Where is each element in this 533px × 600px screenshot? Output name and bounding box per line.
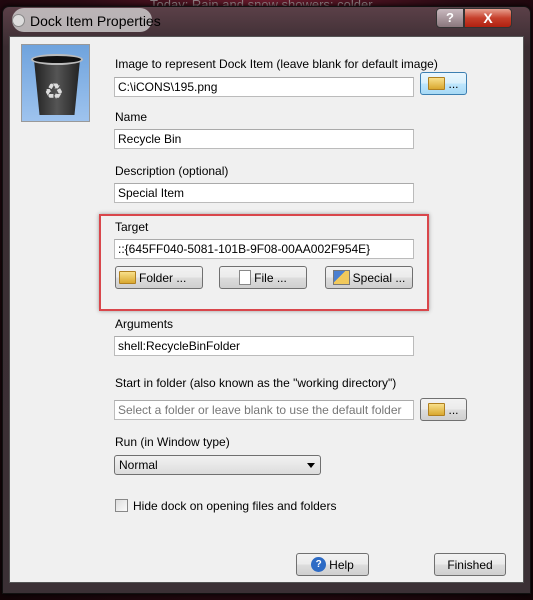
special-folder-icon: [332, 270, 350, 285]
image-path-input[interactable]: C:\iCONS\195.png: [114, 77, 414, 97]
new-file-icon: [239, 270, 252, 285]
target-folder-button[interactable]: Folder ...: [115, 266, 203, 289]
run-label: Run (in Window type): [115, 435, 230, 449]
recycle-symbol-icon: ♻: [44, 79, 64, 104]
arguments-input[interactable]: shell:RecycleBinFolder: [114, 336, 414, 356]
image-label: Image to represent Dock Item (leave blan…: [115, 57, 438, 71]
target-special-button[interactable]: Special ...: [325, 266, 413, 289]
finished-label: Finished: [447, 557, 493, 572]
run-window-type-select[interactable]: Normal: [114, 455, 321, 475]
start-in-label: Start in folder (also known as the "work…: [115, 376, 397, 390]
finished-button[interactable]: Finished: [434, 553, 506, 576]
chevron-down-icon: [307, 463, 315, 468]
browse-label: ...: [448, 402, 459, 417]
help-button[interactable]: ? Help: [296, 553, 369, 576]
file-button-label: File ...: [254, 270, 287, 285]
name-input[interactable]: Recycle Bin: [114, 129, 414, 149]
dock-item-image-preview: ♻: [21, 44, 90, 122]
hide-dock-checkbox[interactable]: [115, 499, 128, 512]
start-in-input[interactable]: Select a folder or leave blank to use th…: [114, 400, 414, 420]
target-file-button[interactable]: File ...: [219, 266, 307, 289]
arguments-label: Arguments: [115, 317, 174, 331]
window-title: Dock Item Properties: [30, 13, 161, 29]
hide-dock-label: Hide dock on opening files and folders: [133, 499, 337, 513]
new-folder-icon: [119, 271, 136, 284]
special-button-label: Special ...: [352, 270, 406, 285]
target-input[interactable]: ::{645FF040-5081-101B-9F08-00AA002F954E}: [114, 239, 414, 259]
folder-open-icon: [428, 77, 446, 90]
folder-open-icon: [428, 403, 446, 416]
run-selected-value: Normal: [119, 458, 158, 472]
help-icon: ?: [311, 557, 327, 572]
app-icon: [12, 14, 25, 27]
title-help-button[interactable]: ?: [436, 8, 464, 28]
target-highlight-box: [99, 214, 429, 311]
help-label: Help: [329, 557, 354, 572]
browse-label: ...: [448, 76, 459, 91]
description-label: Description (optional): [115, 164, 229, 178]
start-in-browse-button[interactable]: ...: [420, 398, 467, 421]
folder-button-label: Folder ...: [139, 270, 187, 285]
description-input[interactable]: Special Item: [114, 183, 414, 203]
name-label: Name: [115, 110, 148, 124]
image-browse-button[interactable]: ...: [420, 72, 467, 95]
close-button[interactable]: X: [464, 8, 512, 28]
recycle-bin-rim: [31, 54, 83, 65]
target-label: Target: [115, 220, 149, 234]
